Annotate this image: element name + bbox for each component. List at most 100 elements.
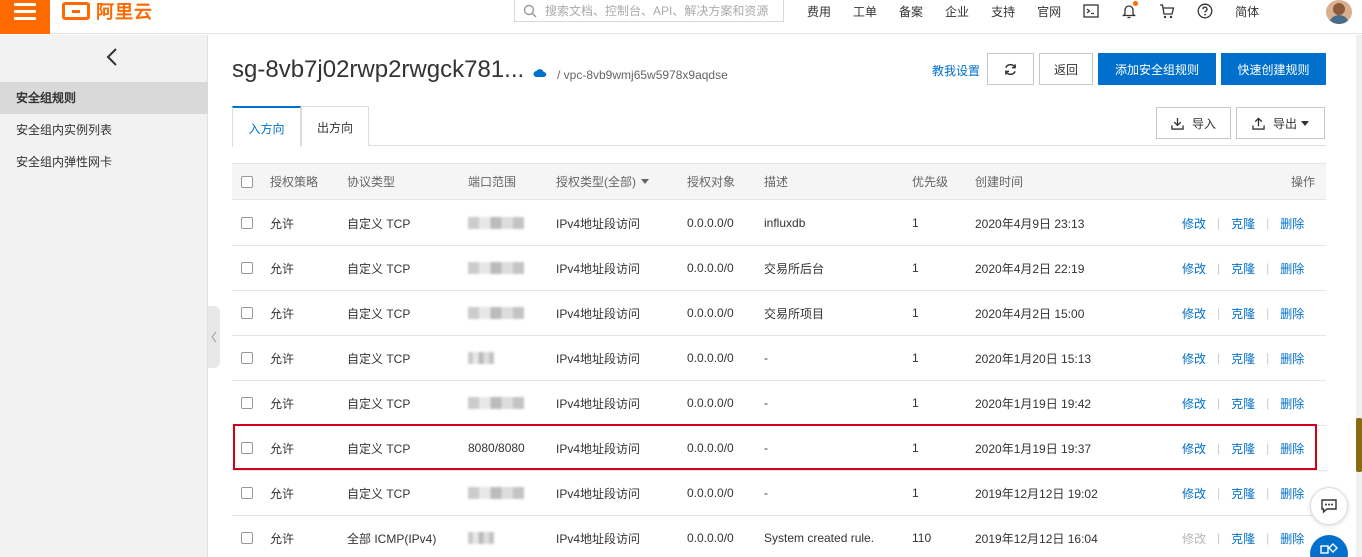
table-header: 授权策略 协议类型 端口范围 授权类型(全部) 授权对象 描述 优先级 创建时间… [232, 164, 1326, 200]
edit-link[interactable]: 修改 [1182, 485, 1206, 502]
row-checkbox[interactable] [241, 381, 253, 425]
cell-auth-type: IPv4地址段访问 [556, 396, 641, 411]
cell-actions: 修改 | 克隆 | 删除 [1182, 471, 1304, 515]
edit-link[interactable]: 修改 [1182, 440, 1206, 457]
add-rule-button[interactable]: 添加安全组规则 [1098, 53, 1216, 85]
col-auth-type: 授权类型(全部) [556, 175, 636, 189]
cell-auth-type: IPv4地址段访问 [556, 351, 641, 366]
nav-enterprise[interactable]: 企业 [945, 3, 969, 20]
clone-link[interactable]: 克隆 [1231, 440, 1255, 457]
tab-inbound[interactable]: 入方向 [232, 106, 301, 147]
edit-link[interactable]: 修改 [1182, 395, 1206, 412]
edit-link[interactable]: 修改 [1182, 530, 1206, 547]
cell-priority: 1 [912, 486, 919, 500]
col-protocol: 协议类型 [347, 175, 396, 189]
delete-link[interactable]: 删除 [1280, 530, 1304, 547]
row-checkbox[interactable] [241, 291, 253, 335]
vpc-path[interactable]: / vpc-8vb9wmj65w5978x9aqdse [557, 68, 728, 82]
row-checkbox[interactable] [241, 516, 253, 557]
language-switch[interactable]: 简体 [1235, 3, 1259, 20]
cell-desc: - [764, 486, 768, 500]
select-all-checkbox[interactable] [241, 164, 253, 199]
delete-link[interactable]: 删除 [1280, 440, 1304, 457]
col-auth-type-filter[interactable]: 授权类型(全部) [556, 164, 649, 199]
col-policy: 授权策略 [270, 175, 319, 189]
cell-port [468, 471, 524, 515]
separator: | [1217, 486, 1221, 500]
bell-icon[interactable] [1119, 1, 1139, 21]
delete-link[interactable]: 删除 [1280, 395, 1304, 412]
nav-official-site[interactable]: 官网 [1037, 3, 1061, 20]
clone-link[interactable]: 克隆 [1231, 215, 1255, 232]
search-input[interactable]: 搜索文档、控制台、API、解决方案和资源 [514, 0, 784, 22]
scrollbar-track[interactable] [1356, 35, 1362, 557]
back-button[interactable]: 返回 [1039, 53, 1093, 85]
export-button[interactable]: 导出 [1236, 107, 1325, 139]
row-checkbox[interactable] [241, 426, 253, 470]
cell-target: 0.0.0.0/0 [687, 351, 734, 365]
nav-icp[interactable]: 备案 [899, 3, 923, 20]
clone-link[interactable]: 克隆 [1231, 395, 1255, 412]
terminal-icon[interactable] [1081, 1, 1101, 21]
sidebar-item-instances[interactable]: 安全组内实例列表 [0, 114, 208, 146]
port-value: 8080/8080 [468, 441, 525, 455]
cell-desc: System created rule. [764, 531, 875, 545]
clone-link[interactable]: 克隆 [1231, 260, 1255, 277]
sidebar-item-rules[interactable]: 安全组规则 [0, 82, 208, 114]
edit-link[interactable]: 修改 [1182, 350, 1206, 367]
cell-actions: 修改 | 克隆 | 删除 [1182, 381, 1304, 425]
clone-link[interactable]: 克隆 [1231, 350, 1255, 367]
refresh-button[interactable] [987, 53, 1034, 85]
edit-link[interactable]: 修改 [1182, 305, 1206, 322]
import-button[interactable]: 导入 [1156, 107, 1231, 139]
top-bar: 阿里云 搜索文档、控制台、API、解决方案和资源 费用 工单 备案 企业 支持 … [0, 0, 1362, 34]
cell-target: 0.0.0.0/0 [687, 441, 734, 455]
cell-port [468, 291, 524, 335]
row-checkbox[interactable] [241, 336, 253, 380]
tab-outbound[interactable]: 出方向 [301, 106, 369, 146]
chevron-left-icon[interactable] [100, 45, 124, 69]
help-link[interactable]: 教我设置 [932, 62, 980, 79]
cell-target: 0.0.0.0/0 [687, 531, 734, 545]
aliyun-logo[interactable]: 阿里云 [62, 0, 153, 22]
avatar[interactable] [1326, 0, 1352, 24]
clone-link[interactable]: 克隆 [1231, 530, 1255, 547]
delete-link[interactable]: 删除 [1280, 485, 1304, 502]
clone-link[interactable]: 克隆 [1231, 305, 1255, 322]
cell-actions: 修改 | 克隆 | 删除 [1182, 246, 1304, 290]
clone-link[interactable]: 克隆 [1231, 485, 1255, 502]
assistant-icon [1320, 543, 1338, 554]
row-checkbox[interactable] [241, 246, 253, 290]
separator: | [1266, 531, 1270, 545]
cell-actions: 修改 | 克隆 | 删除 [1182, 291, 1304, 335]
delete-link[interactable]: 删除 [1280, 305, 1304, 322]
table-row: 允许 自定义 TCP 8080/8080 IPv4地址段访问 0.0.0.0/0 - 1 20… [232, 426, 1326, 471]
logo-text: 阿里云 [96, 2, 153, 22]
sidebar-item-eni[interactable]: 安全组内弹性网卡 [0, 146, 208, 178]
delete-link[interactable]: 删除 [1280, 350, 1304, 367]
nav-billing[interactable]: 费用 [807, 3, 831, 20]
scrollbar-thumb[interactable] [1356, 418, 1362, 472]
quick-create-button[interactable]: 快速创建规则 [1221, 53, 1326, 85]
cell-actions: 修改 | 克隆 | 删除 [1182, 201, 1304, 245]
chat-float-button[interactable] [1310, 487, 1348, 525]
edit-link[interactable]: 修改 [1182, 260, 1206, 277]
cell-target: 0.0.0.0/0 [687, 486, 734, 500]
cloud-icon[interactable] [533, 68, 547, 78]
row-checkbox[interactable] [241, 471, 253, 515]
sidebar-collapse-handle[interactable] [208, 306, 220, 368]
cart-icon[interactable] [1157, 1, 1177, 21]
nav-ticket[interactable]: 工单 [853, 3, 877, 20]
delete-link[interactable]: 删除 [1280, 215, 1304, 232]
help-icon[interactable] [1195, 1, 1215, 21]
cell-port [468, 246, 524, 290]
cell-created: 2020年4月2日 15:00 [975, 306, 1085, 321]
delete-link[interactable]: 删除 [1280, 260, 1304, 277]
cell-auth-type: IPv4地址段访问 [556, 531, 641, 546]
row-checkbox[interactable] [241, 201, 253, 245]
edit-link[interactable]: 修改 [1182, 215, 1206, 232]
hamburger-menu-icon[interactable] [0, 0, 50, 34]
table-row: 允许 自定义 TCP IPv4地址段访问 0.0.0.0/0 - 1 2020年1月20日 … [232, 336, 1326, 381]
nav-support[interactable]: 支持 [991, 3, 1015, 20]
page-title: sg-8vb7j02rwp2rwgck781... [232, 56, 525, 83]
